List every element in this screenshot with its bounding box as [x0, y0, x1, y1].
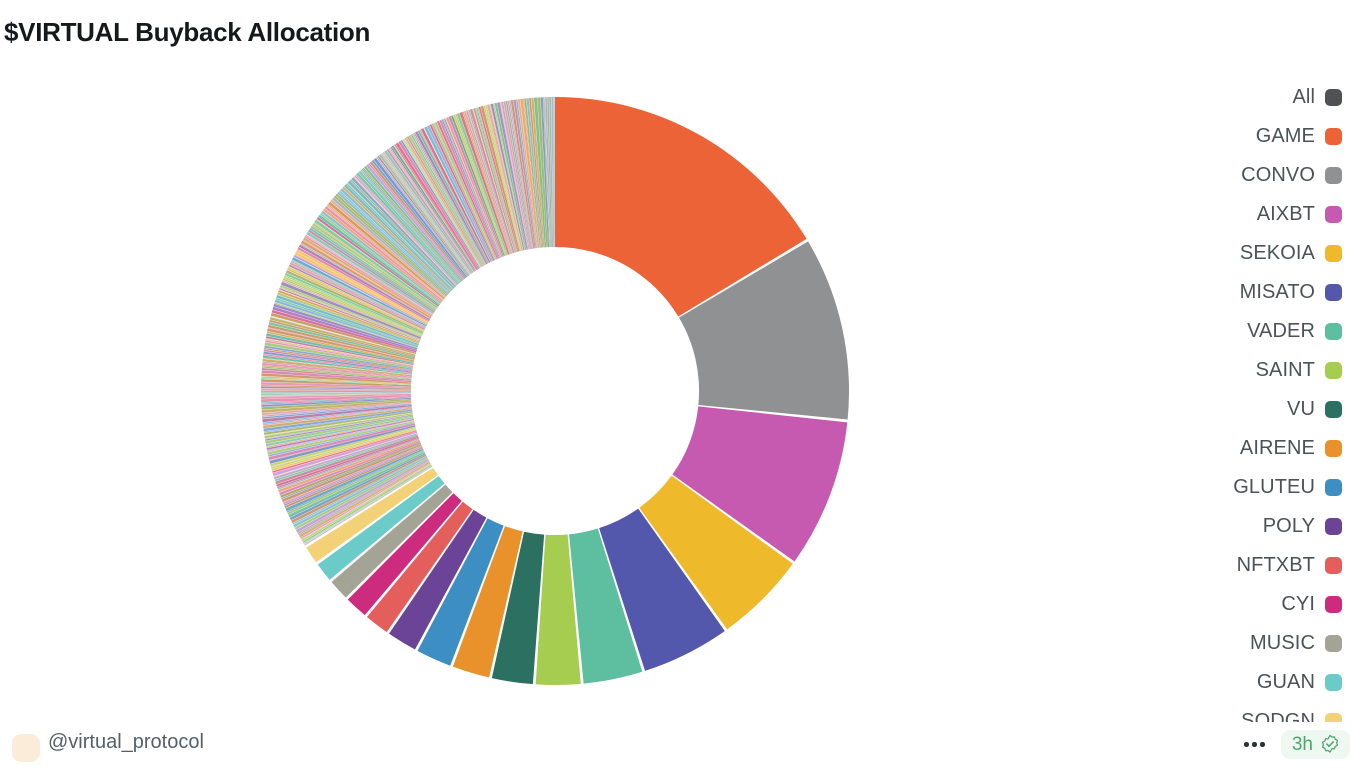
legend-item-label: VU — [1287, 398, 1315, 420]
account-handle[interactable]: @virtual_protocol — [48, 731, 204, 754]
chart-canvas — [0, 60, 1160, 720]
legend-color-swatch — [1325, 401, 1342, 418]
legend-item-nftxbt[interactable]: NFTXBT — [1172, 546, 1342, 585]
legend-item-sekoia[interactable]: SEKOIA — [1172, 234, 1342, 273]
legend-item-label: SAINT — [1255, 359, 1315, 381]
legend-item-label: MISATO — [1239, 281, 1315, 303]
legend-item-label: All — [1292, 86, 1315, 108]
legend-item-poly[interactable]: POLY — [1172, 507, 1342, 546]
legend-item-airene[interactable]: AIRENE — [1172, 429, 1342, 468]
footer-actions: 3h — [1242, 730, 1350, 759]
legend-color-swatch — [1325, 440, 1342, 457]
time-badge[interactable]: 3h — [1280, 730, 1350, 759]
legend-item-label: SEKOIA — [1239, 242, 1315, 264]
ellipsis-dot — [1244, 742, 1249, 747]
legend-item-gluteu[interactable]: GLUTEU — [1172, 468, 1342, 507]
legend-color-swatch — [1325, 128, 1342, 145]
legend-item-cyi[interactable]: CYI — [1172, 585, 1342, 624]
ellipsis-icon[interactable] — [1242, 742, 1267, 747]
verified-badge-icon — [1321, 734, 1339, 753]
legend-item-label: NFTXBT — [1236, 554, 1315, 576]
legend-item-label: GUAN — [1256, 671, 1315, 693]
legend-item-label: AIRENE — [1239, 437, 1315, 459]
legend-item-guan[interactable]: GUAN — [1172, 663, 1342, 702]
legend-item-vader[interactable]: VADER — [1172, 312, 1342, 351]
legend-item-misato[interactable]: MISATO — [1172, 273, 1342, 312]
chart-card: $VIRTUAL Buyback Allocation All GAME CONVO… — [0, 0, 1364, 774]
legend-item-saint[interactable]: SAINT — [1172, 351, 1342, 390]
legend-item-label: GAME — [1255, 125, 1315, 147]
legend-item-label: CONVO — [1241, 164, 1315, 186]
legend-item-label: POLY — [1262, 515, 1315, 537]
chart-legend: All GAME CONVO AIXBT SEKOIA MISATO VADER SAINT V… — [1172, 78, 1342, 726]
legend-item-convo[interactable]: CONVO — [1172, 156, 1342, 195]
legend-color-swatch — [1325, 206, 1342, 223]
page-title: $VIRTUAL Buyback Allocation — [4, 17, 371, 47]
legend-item-label: MUSIC — [1250, 632, 1315, 654]
legend-item-label: VADER — [1247, 320, 1315, 342]
legend-item-label: CYI — [1281, 593, 1315, 615]
legend-color-swatch — [1325, 557, 1342, 574]
legend-color-swatch — [1325, 284, 1342, 301]
legend-item-label: AIXBT — [1256, 203, 1315, 225]
legend-item-label: GLUTEU — [1233, 476, 1315, 498]
footer-bar: @virtual_protocol 3h — [0, 722, 1364, 774]
legend-item-aixbt[interactable]: AIXBT — [1172, 195, 1342, 234]
ellipsis-dot — [1252, 742, 1257, 747]
legend-color-swatch — [1325, 323, 1342, 340]
legend-color-swatch — [1325, 479, 1342, 496]
legend-color-swatch — [1325, 596, 1342, 613]
ellipsis-dot — [1260, 742, 1265, 747]
legend-color-swatch — [1325, 635, 1342, 652]
donut-chart — [261, 97, 849, 685]
legend-item-all[interactable]: All — [1172, 78, 1342, 117]
legend-color-swatch — [1325, 167, 1342, 184]
legend-color-swatch — [1325, 362, 1342, 379]
legend-color-swatch — [1325, 245, 1342, 262]
legend-color-swatch — [1325, 518, 1342, 535]
legend-item-vu[interactable]: VU — [1172, 390, 1342, 429]
donut-slices — [261, 97, 849, 685]
legend-item-music[interactable]: MUSIC — [1172, 624, 1342, 663]
legend-color-swatch — [1325, 674, 1342, 691]
legend-color-swatch — [1325, 89, 1342, 106]
donut-chart-svg — [261, 97, 849, 685]
time-label: 3h — [1291, 733, 1313, 755]
legend-item-game[interactable]: GAME — [1172, 117, 1342, 156]
avatar — [12, 734, 40, 762]
donut-slice-tail[interactable] — [261, 391, 411, 393]
